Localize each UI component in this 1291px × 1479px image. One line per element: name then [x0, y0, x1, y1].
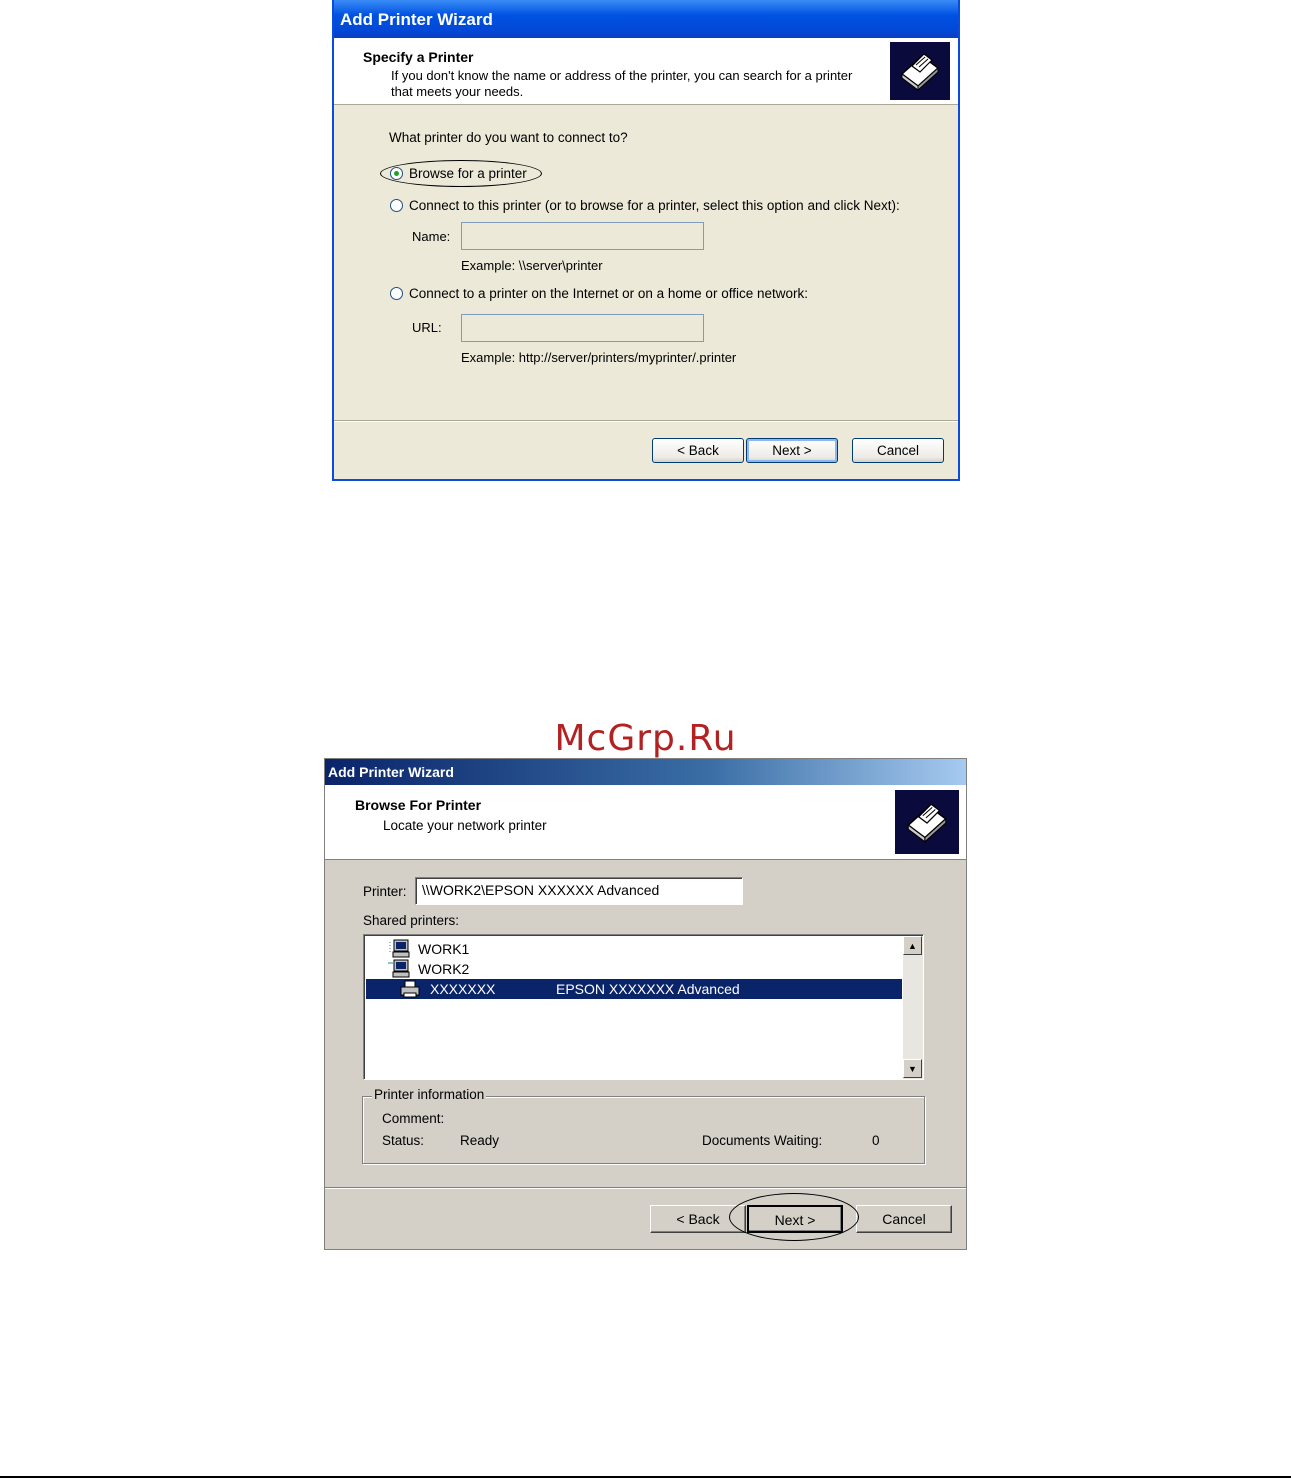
documents-waiting-value: 0	[872, 1133, 880, 1148]
shared-printers-label: Shared printers:	[363, 913, 460, 928]
connect-question: What printer do you want to connect to?	[389, 130, 628, 145]
browse-printer-dialog: Add Printer Wizard Browse For Printer Lo…	[324, 758, 967, 1250]
printer-model: EPSON XXXXXXX Advanced	[556, 981, 740, 997]
comment-label: Comment:	[382, 1111, 445, 1126]
list-item-label: WORK1	[418, 941, 470, 957]
page-subtitle-line2: that meets your needs.	[391, 84, 524, 99]
url-input[interactable]	[461, 314, 704, 342]
status-label: Status:	[382, 1133, 425, 1148]
name-label: Name:	[412, 229, 451, 244]
watermark: McGrp.Ru	[554, 718, 737, 759]
page-title: Browse For Printer	[355, 797, 482, 813]
status-value: Ready	[460, 1133, 500, 1148]
printer-wizard-icon	[895, 790, 959, 854]
scroll-down-button[interactable]: ▼	[903, 1059, 922, 1078]
list-item-work1[interactable]: WORK1	[388, 939, 469, 959]
list-item-epson-printer[interactable]: XXXXXXX EPSON XXXXXXX Advanced	[366, 979, 902, 999]
dialog-title-bar: Add Printer Wizard	[334, 0, 958, 38]
page-bottom-rule	[0, 1476, 1291, 1478]
list-item-label: WORK2	[418, 961, 470, 977]
scroll-up-button[interactable]: ▲	[903, 936, 922, 955]
printer-information-group	[362, 1096, 925, 1164]
radio-button[interactable]	[390, 287, 403, 300]
button-separator	[334, 420, 958, 422]
name-example: Example: \\server\printer	[461, 258, 603, 273]
connect-name-option-label: Connect to this printer (or to browse fo…	[409, 198, 900, 213]
computer-icon	[388, 959, 410, 978]
wizard-header: Specify a Printer If you don't know the …	[334, 38, 958, 105]
next-button[interactable]: Next >	[746, 438, 838, 463]
radio-button[interactable]	[390, 199, 403, 212]
printer-wizard-icon	[890, 42, 950, 100]
url-label: URL:	[412, 320, 442, 335]
specify-printer-dialog: Add Printer Wizard Specify a Printer If …	[332, 0, 960, 481]
back-button[interactable]: < Back	[652, 438, 744, 463]
computer-icon	[389, 939, 410, 958]
printer-input[interactable]: \\WORK2\EPSON XXXXXX Advanced	[415, 877, 743, 905]
connect-url-option[interactable]: Connect to a printer on the Internet or …	[390, 286, 808, 301]
connect-url-option-label: Connect to a printer on the Internet or …	[409, 286, 808, 301]
url-example: Example: http://server/printers/myprinte…	[461, 350, 737, 365]
dialog-title-bar: Add Printer Wizard	[325, 759, 966, 785]
cancel-button[interactable]: Cancel	[856, 1205, 952, 1233]
list-item-work2[interactable]: WORK2	[388, 959, 469, 979]
wizard-header: Browse For Printer Locate your network p…	[325, 785, 966, 860]
connect-name-option[interactable]: Connect to this printer (or to browse fo…	[390, 198, 900, 213]
printer-share-name: XXXXXXX	[430, 981, 496, 997]
printer-information-legend: Printer information	[372, 1087, 487, 1102]
page-subtitle: Locate your network printer	[383, 818, 547, 833]
button-separator	[325, 1187, 966, 1189]
scrollbar[interactable]: ▲ ▼	[903, 936, 923, 1079]
page-subtitle-line1: If you don't know the name or address of…	[391, 68, 853, 83]
printer-label: Printer:	[363, 884, 407, 899]
page-title: Specify a Printer	[363, 49, 474, 65]
shared-printers-list[interactable]: WORK1 WORK2 XXXXXXX EPSON XXXXXXX Advanc…	[363, 934, 924, 1080]
documents-waiting-label: Documents Waiting:	[702, 1133, 823, 1148]
highlight-ellipse	[380, 160, 542, 187]
printer-icon	[400, 980, 420, 998]
name-input[interactable]	[461, 222, 704, 250]
cancel-button[interactable]: Cancel	[852, 438, 944, 463]
highlight-ellipse	[729, 1193, 859, 1241]
